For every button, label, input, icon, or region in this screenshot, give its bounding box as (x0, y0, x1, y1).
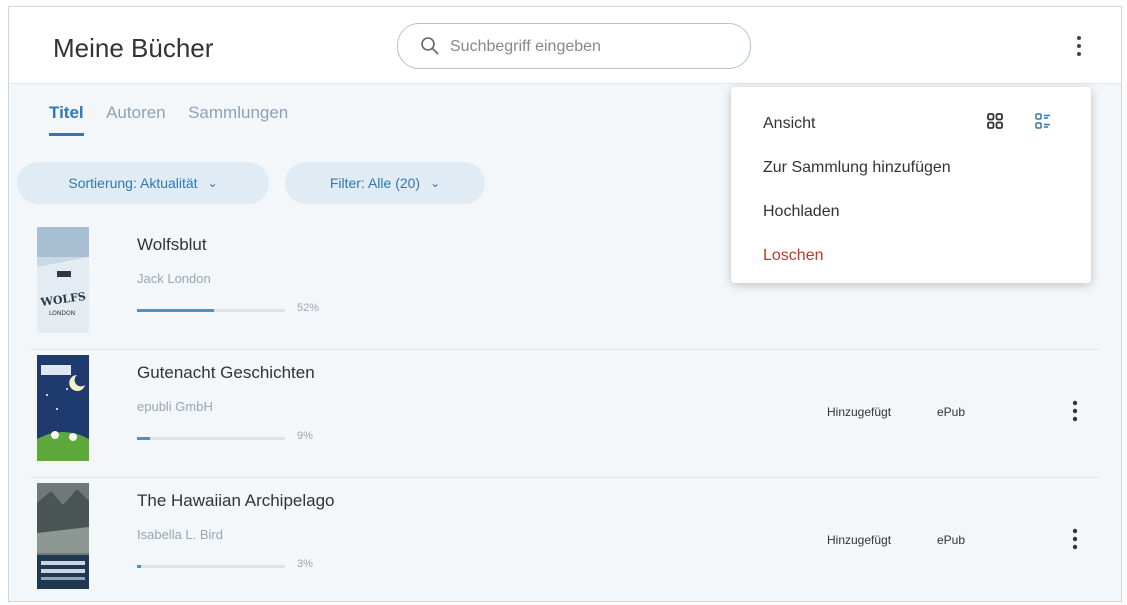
svg-text:LONDON: LONDON (49, 310, 75, 317)
app-window: Meine Bücher Titel Autoren Sammlungen So… (8, 6, 1122, 602)
menu-item-ansicht: Ansicht (763, 115, 816, 132)
status-label: Hinzugefügt (827, 405, 892, 419)
format-label: ePub (937, 405, 966, 419)
book-author: Jack London (137, 271, 211, 286)
reading-progress-bar (137, 437, 285, 440)
context-menu: Ansicht Zur Sammlung hinzufügen Hochlade… (731, 87, 1091, 283)
tab-autoren[interactable]: Autoren (106, 103, 166, 133)
search-box[interactable] (397, 23, 751, 69)
tab-sammlungen[interactable]: Sammlungen (188, 103, 288, 133)
book-author: epubli GmbH (137, 399, 213, 414)
search-input[interactable] (448, 33, 732, 61)
book-author: Isabella L. Bird (137, 527, 223, 542)
format-label: ePub (937, 533, 966, 547)
book-title[interactable]: Gutenacht Geschichten (137, 363, 315, 383)
progress-percent: 9% (297, 430, 313, 442)
tab-bar: Titel Autoren Sammlungen (49, 103, 306, 143)
book-cover-wolfsblut: WOLFS LONDON (37, 227, 89, 333)
reading-progress-bar (137, 565, 285, 568)
more-vertical-icon[interactable] (1069, 31, 1089, 61)
page-title: Meine Bücher (53, 33, 214, 63)
filter-label: Filter: Alle (20) (329, 175, 421, 191)
book-title[interactable]: Wolfsblut (137, 235, 207, 255)
app-header: Meine Bücher (9, 7, 1121, 84)
sort-label: Sortierung: Aktualität (68, 175, 198, 191)
menu-item-upload[interactable]: Hochladen (763, 203, 840, 221)
progress-percent: 3% (297, 558, 313, 570)
more-vertical-icon[interactable] (1065, 523, 1085, 555)
book-title[interactable]: The Hawaiian Archipelago (137, 491, 335, 511)
book-cover-hawaiian (37, 483, 89, 589)
list-view-icon[interactable] (1035, 113, 1051, 129)
sort-dropdown[interactable]: Sortierung: Aktualität ⌄ (17, 162, 269, 204)
grid-view-icon[interactable] (987, 113, 1003, 129)
chevron-down-icon: ⌄ (207, 176, 218, 190)
more-vertical-icon[interactable] (1065, 395, 1085, 427)
book-row[interactable]: The Hawaiian Archipelago Isabella L. Bir… (31, 477, 1099, 601)
tab-titel[interactable]: Titel (49, 103, 84, 136)
reading-progress-bar (137, 309, 285, 312)
search-icon (421, 37, 439, 55)
menu-item-add-to-collection[interactable]: Zur Sammlung hinzufügen (763, 159, 951, 177)
filter-dropdown[interactable]: Filter: Alle (20) ⌄ (285, 162, 485, 204)
menu-item-delete[interactable]: Loschen (763, 247, 824, 265)
chevron-down-icon: ⌄ (430, 176, 441, 190)
status-label: Hinzugefügt (827, 533, 892, 547)
book-cover-gutenacht (37, 355, 89, 461)
book-row[interactable]: Gutenacht Geschichten epubli GmbH 9% Hin… (31, 349, 1099, 478)
progress-percent: 52% (297, 302, 320, 314)
